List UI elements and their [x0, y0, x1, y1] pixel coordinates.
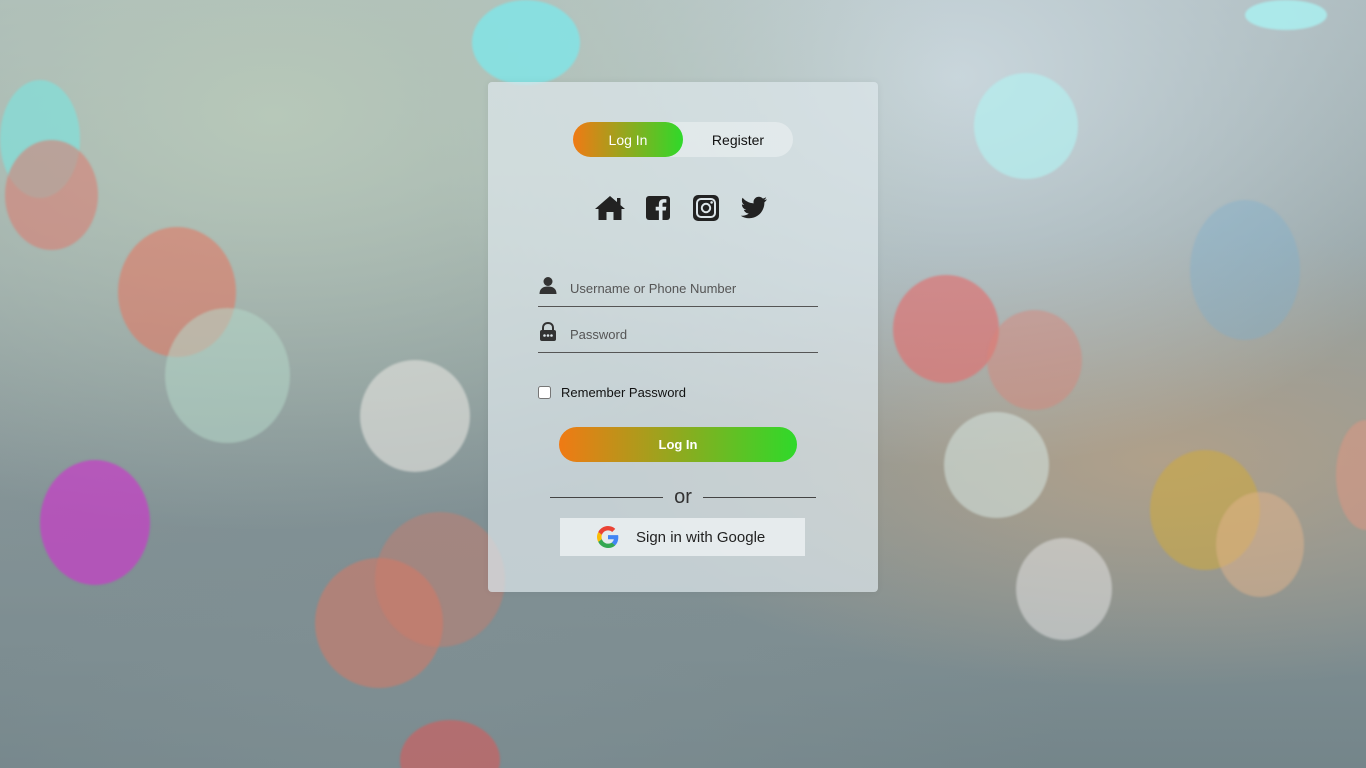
- google-signin-button[interactable]: Sign in with Google: [560, 518, 805, 556]
- home-icon[interactable]: [594, 192, 626, 224]
- remember-label: Remember Password: [561, 384, 686, 400]
- divider-line-right: [703, 497, 816, 498]
- password-input[interactable]: [568, 322, 817, 346]
- remember-checkbox[interactable]: [538, 385, 551, 399]
- auth-mode-toggle: Log In Register: [573, 122, 793, 157]
- remember-password[interactable]: Remember Password: [538, 383, 686, 401]
- google-icon: [597, 526, 619, 548]
- social-links: [594, 192, 774, 224]
- login-card: Log In Register Remember Password Log In: [488, 82, 878, 592]
- username-input[interactable]: [568, 276, 817, 300]
- tab-login[interactable]: Log In: [573, 122, 683, 157]
- username-field: [538, 270, 818, 307]
- google-signin-label: Sign in with Google: [636, 529, 766, 546]
- password-field: [538, 316, 818, 353]
- facebook-icon[interactable]: [642, 192, 674, 224]
- tab-register[interactable]: Register: [683, 122, 793, 157]
- twitter-icon[interactable]: [738, 192, 770, 224]
- instagram-icon[interactable]: [690, 192, 722, 224]
- login-submit-button[interactable]: Log In: [559, 427, 797, 462]
- or-divider: or: [550, 484, 816, 510]
- lock-icon: [538, 321, 558, 342]
- user-icon: [538, 276, 558, 296]
